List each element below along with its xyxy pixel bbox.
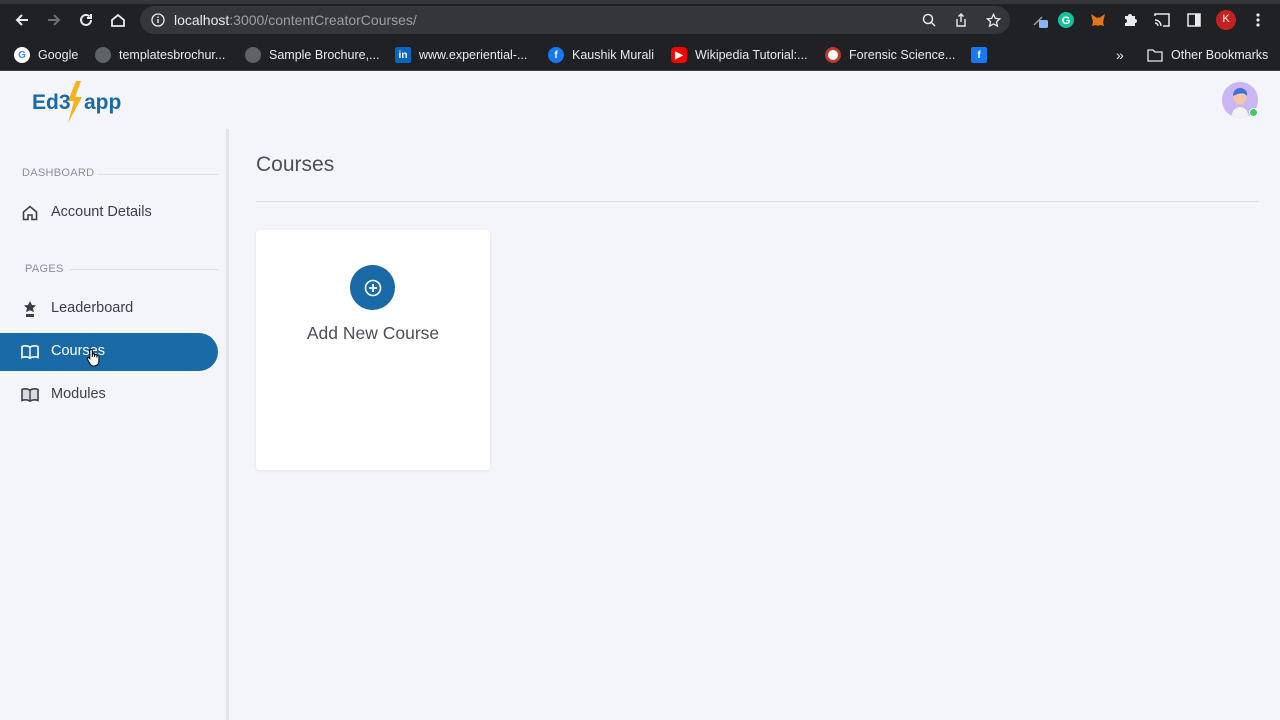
bookmark-label: Sample Brochure,...	[269, 48, 380, 62]
sidebar-item-account-details[interactable]: Account Details	[0, 194, 218, 232]
bookmarks-bar: G Google templatesbrochur... Sample Broc…	[0, 40, 1280, 71]
hand-cursor-icon	[86, 348, 100, 367]
profile-initial: K	[1222, 13, 1230, 25]
url-path: :3000/contentCreatorCourses/	[229, 12, 417, 28]
bookmarks-overflow-icon[interactable]: »	[1116, 46, 1124, 64]
bookmark-label: Forensic Science...	[849, 48, 956, 62]
zoom-icon[interactable]	[920, 11, 938, 29]
url-host: localhost	[174, 12, 230, 28]
side-panel-icon[interactable]	[1184, 10, 1204, 30]
extension-pen-icon[interactable]	[1030, 10, 1050, 30]
facebook-icon: f	[971, 47, 987, 63]
sidebar-item-label: Modules	[51, 386, 106, 402]
bookmark-sample-brochure[interactable]: Sample Brochure,...	[245, 46, 379, 64]
tab-strip	[0, 0, 1280, 4]
online-status-dot	[1249, 108, 1258, 117]
overflow-label: »	[1116, 47, 1124, 63]
add-new-course-card[interactable]: Add New Course	[256, 230, 490, 470]
seal-icon	[825, 47, 841, 63]
bookmark-forensic-science[interactable]: Forensic Science...	[825, 46, 955, 64]
share-icon[interactable]	[952, 11, 970, 29]
forward-icon[interactable]	[43, 9, 65, 31]
other-bookmarks-label: Other Bookmarks	[1171, 48, 1269, 62]
bookmark-templatesbrochure[interactable]: templatesbrochur...	[95, 46, 225, 64]
bookmark-facebook[interactable]: f	[971, 46, 995, 64]
bookmark-label: Google	[38, 48, 79, 62]
facebook-icon: f	[548, 47, 564, 63]
section-label-pages: PAGES	[25, 263, 64, 275]
home-button-icon[interactable]	[107, 9, 129, 31]
reload-icon[interactable]	[75, 9, 97, 31]
bookmark-label: templatesbrochur...	[119, 48, 226, 62]
grammarly-icon[interactable]: G	[1056, 10, 1076, 30]
bookmark-wikipedia-tutorial[interactable]: ▶ Wikipedia Tutorial:...	[671, 46, 808, 64]
back-icon[interactable]	[11, 9, 33, 31]
extensions-puzzle-icon[interactable]	[1120, 10, 1140, 30]
bookmark-experiential[interactable]: in www.experiential-...	[395, 46, 527, 64]
sidebar-item-label: Leaderboard	[51, 300, 134, 316]
cast-icon[interactable]	[1152, 10, 1172, 30]
youtube-icon: ▶	[671, 47, 687, 63]
sidebar-item-leaderboard[interactable]: Leaderboard	[0, 290, 218, 328]
browser-toolbar: localhost:3000/contentCreatorCourses/ G …	[0, 0, 1280, 40]
svg-text:app: app	[84, 91, 121, 114]
bookmark-kaushik-murali[interactable]: f Kaushik Murali	[548, 46, 654, 64]
app-root: Ed3 app DASHBOARD Account Details PAGES …	[0, 71, 1280, 720]
bookmark-google[interactable]: G Google	[14, 46, 78, 64]
plus-circle-icon	[364, 279, 381, 296]
profile-avatar-icon[interactable]: K	[1216, 10, 1236, 30]
site-info-icon[interactable]	[149, 11, 167, 29]
leaderboard-icon	[24, 301, 36, 317]
metamask-icon[interactable]	[1088, 10, 1108, 30]
google-icon: G	[14, 47, 30, 63]
title-divider	[256, 201, 1259, 202]
section-label-dashboard: DASHBOARD	[22, 167, 95, 179]
section-divider	[70, 269, 218, 270]
other-bookmarks[interactable]: Other Bookmarks	[1147, 46, 1268, 64]
svg-text:G: G	[1062, 15, 1071, 27]
book-icon	[21, 345, 39, 360]
linkedin-icon: in	[395, 47, 411, 63]
section-divider	[97, 174, 218, 175]
book-icon	[21, 388, 39, 403]
globe-icon	[95, 47, 111, 63]
globe-icon	[245, 47, 261, 63]
bookmark-label: www.experiential-...	[419, 48, 528, 62]
svg-text:Ed3: Ed3	[32, 91, 71, 114]
bookmark-label: Wikipedia Tutorial:...	[695, 48, 808, 62]
folder-icon	[1147, 48, 1163, 62]
url-text[interactable]: localhost:3000/contentCreatorCourses/	[174, 12, 417, 28]
address-bar[interactable]: localhost:3000/contentCreatorCourses/	[140, 6, 1010, 34]
home-icon	[22, 205, 38, 221]
ed3zapp-logo[interactable]: Ed3 app	[32, 79, 132, 125]
add-new-course-label: Add New Course	[306, 323, 440, 343]
sidebar: DASHBOARD Account Details PAGES Leaderbo…	[0, 129, 229, 720]
browser-menu-icon[interactable]	[1248, 10, 1268, 30]
bookmark-label: Kaushik Murali	[572, 48, 654, 62]
sidebar-item-label: Account Details	[51, 204, 152, 220]
page-title: Courses	[256, 153, 335, 176]
sidebar-item-courses[interactable]: Courses	[0, 333, 218, 371]
bookmark-star-icon[interactable]	[984, 11, 1002, 29]
sidebar-item-modules[interactable]: Modules	[0, 376, 218, 414]
add-course-button[interactable]	[350, 265, 395, 310]
